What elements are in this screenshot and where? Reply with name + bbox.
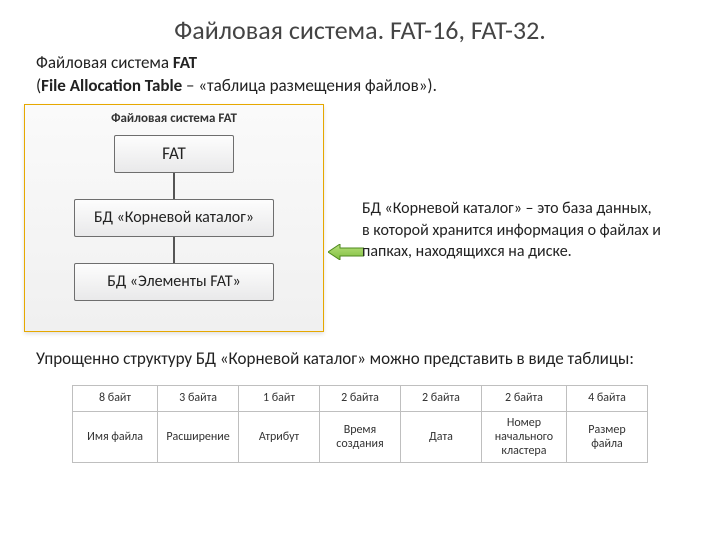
diagram-connector-2 [173, 237, 175, 263]
table-cell: Имя файла [73, 411, 158, 462]
diagram-container: Файловая система FAT FAT БД «Корневой ка… [24, 104, 334, 334]
intro-bold: File Allocation Table [41, 75, 182, 96]
diagram-panel: Файловая система FAT FAT БД «Корневой ка… [24, 104, 324, 332]
callout-text: БД «Корневой каталог» – это база данных,… [362, 198, 662, 263]
diagram-connector-1 [173, 173, 175, 199]
table-cell: Дата [400, 411, 481, 462]
diagram-box-elements: БД «Элементы FAT» [74, 263, 274, 301]
intro-rest: – «таблица размещения файлов»). [182, 75, 437, 96]
table-cell: Номер начального кластера [481, 411, 566, 462]
page-title: Файловая система. FAT-16, FAT-32. [0, 14, 720, 46]
table-row: Имя файла Расширение Атрибут Время созда… [73, 411, 648, 462]
diagram-caption: Файловая система FAT [25, 105, 323, 130]
table-cell: 8 байт [73, 385, 158, 411]
table-cell: 1 байт [239, 385, 320, 411]
diagram-box-fat: FAT [114, 135, 234, 173]
intro-text: Файловая система FAT (File Allocation Ta… [36, 52, 690, 98]
table-cell: Время создания [320, 411, 401, 462]
intro-line1-b: FAT [173, 52, 197, 73]
table-cell: Размер файла [567, 411, 648, 462]
table-cell: 4 байта [567, 385, 648, 411]
table-cell: Атрибут [239, 411, 320, 462]
summary-text: Упрощенно структуру БД «Корневой каталог… [36, 348, 690, 371]
table-cell: 2 байта [320, 385, 401, 411]
table-cell: Расширение [158, 411, 239, 462]
table-cell: 2 байта [481, 385, 566, 411]
diagram-box-root: БД «Корневой каталог» [74, 199, 274, 237]
table-cell: 2 байта [400, 385, 481, 411]
table-cell: 3 байта [158, 385, 239, 411]
intro-line1-a: Файловая система [36, 52, 173, 73]
table-row: 8 байт 3 байта 1 байт 2 байта 2 байта 2 … [73, 385, 648, 411]
callout-arrow-icon [328, 244, 364, 260]
structure-table: 8 байт 3 байта 1 байт 2 байта 2 байта 2 … [72, 385, 648, 463]
